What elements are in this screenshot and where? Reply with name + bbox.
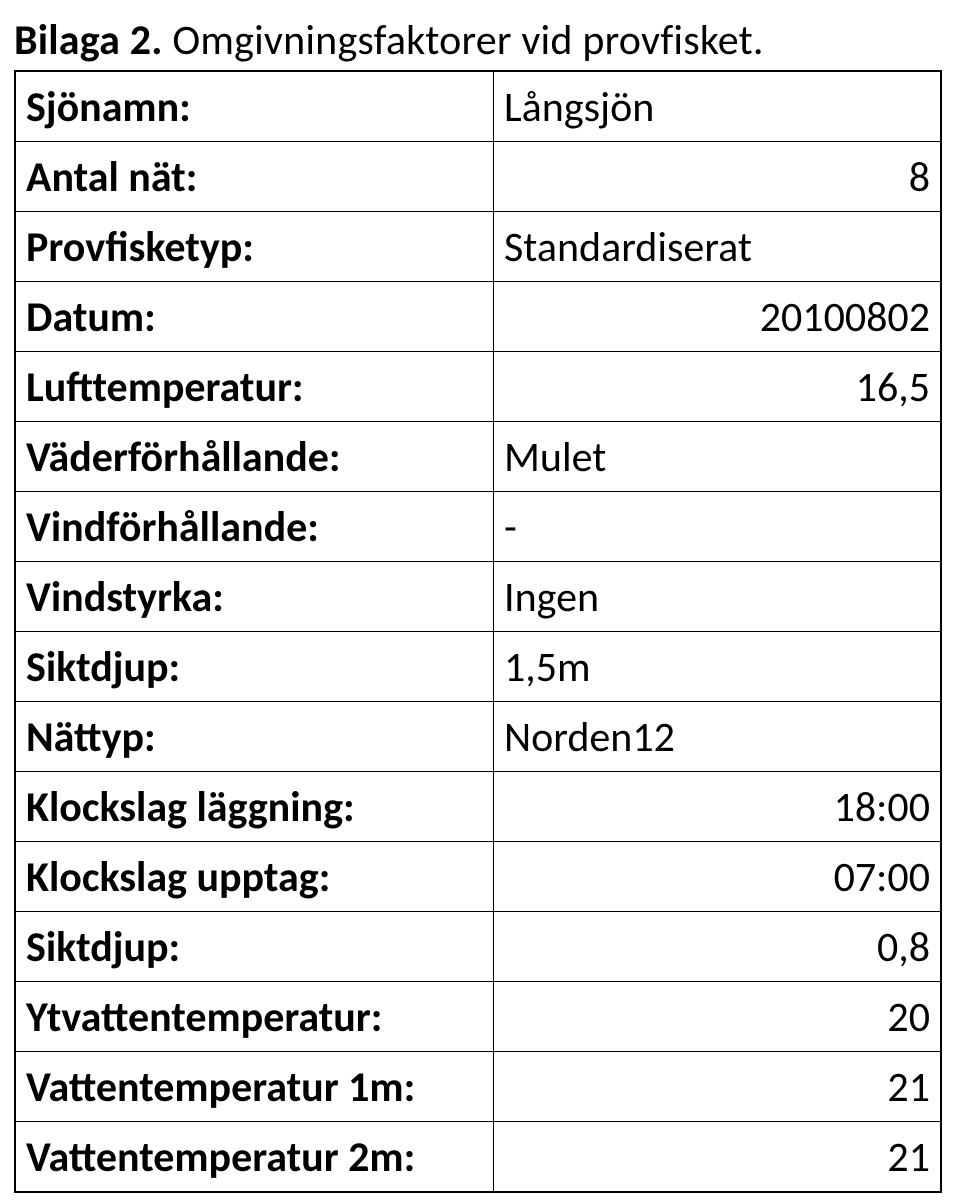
table-row: Provfisketyp:Standardiserat bbox=[16, 212, 940, 282]
row-key: Klockslag upptag: bbox=[16, 842, 494, 911]
row-key: Väderförhållande: bbox=[16, 422, 494, 491]
table-row: Vindförhållande:- bbox=[16, 492, 940, 562]
row-value: 20100802 bbox=[494, 282, 940, 351]
row-key: Nättyp: bbox=[16, 702, 494, 771]
row-value: 18:00 bbox=[494, 772, 940, 841]
table-row: Klockslag upptag:07:00 bbox=[16, 842, 940, 912]
table-row: Vattentemperatur 2m:21 bbox=[16, 1122, 940, 1191]
row-value: 0,8 bbox=[494, 912, 940, 981]
table-row: Ytvattentemperatur:20 bbox=[16, 982, 940, 1052]
row-key: Siktdjup: bbox=[16, 632, 494, 701]
row-key: Sjönamn: bbox=[16, 72, 494, 141]
row-key: Antal nät: bbox=[16, 142, 494, 211]
title-rest: Omgivningsfaktorer vid provfisket. bbox=[172, 15, 763, 66]
row-key: Provfisketyp: bbox=[16, 212, 494, 281]
table-row: Klockslag läggning:18:00 bbox=[16, 772, 940, 842]
row-key: Ytvattentemperatur: bbox=[16, 982, 494, 1051]
row-key: Siktdjup: bbox=[16, 912, 494, 981]
row-value: 16,5 bbox=[494, 352, 940, 421]
table-row: Sjönamn:Långsjön bbox=[16, 72, 940, 142]
row-value: 07:00 bbox=[494, 842, 940, 911]
row-key: Vattentemperatur 2m: bbox=[16, 1122, 494, 1191]
table-row: Lufttemperatur:16,5 bbox=[16, 352, 940, 422]
table-row: Vattentemperatur 1m:21 bbox=[16, 1052, 940, 1122]
table-row: Nättyp:Norden12 bbox=[16, 702, 940, 772]
table-row: Vindstyrka:Ingen bbox=[16, 562, 940, 632]
row-key: Vindstyrka: bbox=[16, 562, 494, 631]
title-bold: Bilaga 2. bbox=[14, 15, 172, 66]
row-key: Vindförhållande: bbox=[16, 492, 494, 561]
row-value: 21 bbox=[494, 1052, 940, 1121]
row-value: Långsjön bbox=[494, 72, 940, 141]
row-key: Lufttemperatur: bbox=[16, 352, 494, 421]
table-row: Väderförhållande:Mulet bbox=[16, 422, 940, 492]
page-title: Bilaga 2. Omgivningsfaktorer vid provfis… bbox=[14, 18, 950, 64]
row-value: Norden12 bbox=[494, 702, 940, 771]
row-value: 8 bbox=[494, 142, 940, 211]
row-value: 1,5m bbox=[494, 632, 940, 701]
table-row: Datum:20100802 bbox=[16, 282, 940, 352]
row-key: Vattentemperatur 1m: bbox=[16, 1052, 494, 1121]
row-value: 20 bbox=[494, 982, 940, 1051]
row-value: - bbox=[494, 492, 940, 561]
row-value: Mulet bbox=[494, 422, 940, 491]
row-value: 21 bbox=[494, 1122, 940, 1191]
row-key: Klockslag läggning: bbox=[16, 772, 494, 841]
row-value: Standardiserat bbox=[494, 212, 940, 281]
row-value: Ingen bbox=[494, 562, 940, 631]
row-key: Datum: bbox=[16, 282, 494, 351]
data-table: Sjönamn:LångsjönAntal nät:8Provfisketyp:… bbox=[14, 70, 942, 1193]
table-row: Siktdjup:1,5m bbox=[16, 632, 940, 702]
table-row: Siktdjup:0,8 bbox=[16, 912, 940, 982]
table-row: Antal nät:8 bbox=[16, 142, 940, 212]
